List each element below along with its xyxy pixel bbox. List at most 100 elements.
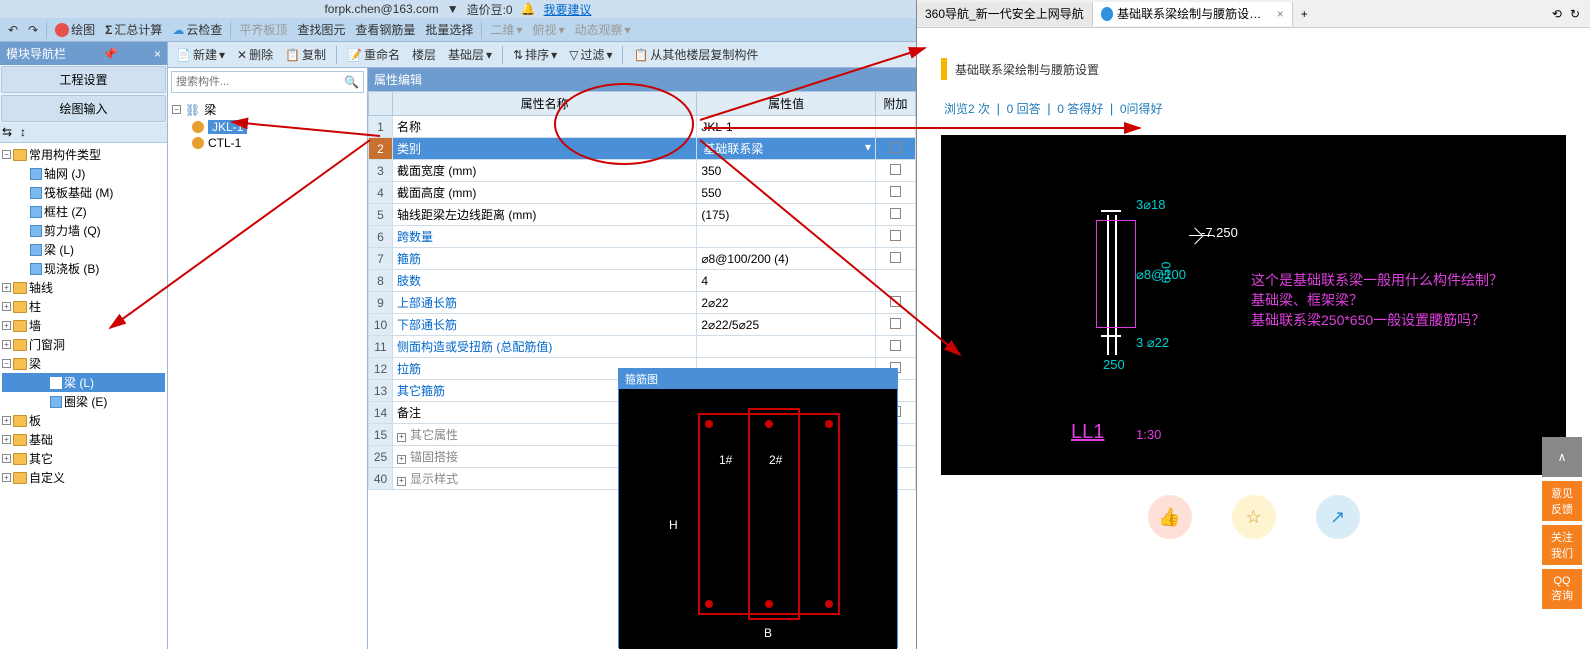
prop-row[interactable]: 6跨数量 [369,226,916,248]
component-tree[interactable]: −⛓梁 JKL-1 CTL-1 [168,96,367,649]
new-button[interactable]: 📄新建 ▾ [172,44,229,65]
side-buttons: ∧ 意见 反馈 关注 我们 QQ 咨询 [1542,437,1582,609]
close-icon[interactable]: × [154,47,161,61]
prop-row[interactable]: 3截面宽度 (mm)350 [369,160,916,182]
prop-row[interactable]: 7箍筋⌀8@100/200 (4) [369,248,916,270]
expand-icon[interactable]: + [2,302,11,311]
folder-icon [13,282,27,294]
tree-root[interactable]: −⛓梁 [172,100,363,119]
window-restore-icon[interactable]: ↻ [1570,7,1580,21]
prop-row[interactable]: 2类别基础联系梁 ▾ [369,138,916,160]
tree-node-beam-L[interactable]: 梁 (L) [2,373,165,392]
suggest-link[interactable]: 我要建议 [544,1,592,18]
expand-icon[interactable]: + [2,454,11,463]
cloud-check-button[interactable]: ☁云检查 [168,19,226,40]
checkbox[interactable] [890,186,901,197]
browser-tab-1[interactable]: 360导航_新一代安全上网导航 [917,2,1093,26]
back-to-top-button[interactable]: ∧ [1542,437,1582,477]
collapse-icon[interactable]: − [2,150,11,159]
batch-select-button[interactable]: 批量选择 [421,19,477,40]
tree-node-castslab[interactable]: 现浇板 (B) [2,259,165,278]
expand-icon[interactable]: + [2,435,11,444]
checkbox[interactable] [890,208,901,219]
prop-row[interactable]: 9上部通长筋2⌀22 [369,292,916,314]
draw-button[interactable]: 绘图 [51,19,99,40]
sum-calc-button[interactable]: Σ 汇总计算 [101,19,166,40]
checkbox[interactable] [890,340,901,351]
tree-node-raft[interactable]: 筏板基础 (M) [2,183,165,202]
vote-star-button[interactable]: ☆ [1232,495,1276,539]
tool-icon[interactable]: ⇆ [2,125,18,141]
prop-row[interactable]: 11侧面构造或受扭筋 (总配筋值) [369,336,916,358]
tree-node-shearwall[interactable]: 剪力墙 (Q) [2,221,165,240]
copy-from-floor-button[interactable]: 📋从其他楼层复制构件 [629,44,762,65]
close-tab-icon[interactable]: × [1277,7,1284,21]
level-board-button[interactable]: 平齐板顶 [235,19,291,40]
vote-share-button[interactable]: ↗ [1316,495,1360,539]
prop-row[interactable]: 4截面高度 (mm)550 [369,182,916,204]
redo-button[interactable]: ↷ [24,21,42,39]
tool-icon[interactable]: ↕ [20,125,36,141]
prop-row[interactable]: 1名称JKL-1 [369,116,916,138]
cad-label: 1:30 [1136,427,1161,442]
search-input[interactable] [176,76,344,88]
tree-node-axisnet[interactable]: 轴网 (J) [2,164,165,183]
sort-button[interactable]: ⇅排序 ▾ [509,44,561,65]
rename-button[interactable]: 📝重命名 [343,44,404,65]
col-extra-header: 附加 [876,92,916,116]
cad-view: 3⌀18 -7.250 ⌀8@100 650 3 ⌀22 250 LL1 1:3… [941,135,1566,475]
window-sync-icon[interactable]: ⟲ [1552,7,1562,21]
undo-button[interactable]: ↶ [4,21,22,39]
eng-settings-button[interactable]: 工程设置 [1,66,166,93]
checkbox[interactable] [890,230,901,241]
checkbox[interactable] [890,318,901,329]
qq-button[interactable]: QQ 咨询 [1542,569,1582,609]
category-tree[interactable]: −常用构件类型 轴网 (J) 筏板基础 (M) 框柱 (Z) 剪力墙 (Q) 梁… [0,143,167,649]
prop-row[interactable]: 8肢数4 [369,270,916,292]
filter-button[interactable]: ▽过滤 ▾ [565,44,616,65]
item-ctl-1[interactable]: CTL-1 [172,135,363,151]
checkbox[interactable] [890,252,901,263]
expand-icon[interactable]: + [2,416,11,425]
folder-icon [13,301,27,313]
prop-row[interactable]: 5轴线距梁左边线距离 (mm)(175) [369,204,916,226]
expand-icon[interactable]: + [2,340,11,349]
expand-icon[interactable]: + [2,283,11,292]
bell-icon[interactable]: 🔔 [521,2,536,16]
draw-input-button[interactable]: 绘图输入 [1,95,166,122]
rebar-diagram-panel[interactable]: 箍筋图 1# 2# H B [618,368,898,648]
checkbox[interactable] [890,296,901,307]
cad-question: 基础联系梁250*650一般设置腰筋吗？ [1251,310,1485,330]
stats-row: 浏览2 次 | 0 回答 | 0 答得好 | 0问得好 [941,100,1566,117]
tree-node-framecol[interactable]: 框柱 (Z) [2,202,165,221]
browser-tabs: 360导航_新一代安全上网导航 基础联系梁绘制与腰筋设置_广联× + ⟲ ↻ [917,0,1590,28]
cad-label: 250 [1103,357,1125,372]
pin-icon[interactable]: 📌 [103,47,118,61]
new-tab-button[interactable]: + [1293,7,1316,21]
delete-button[interactable]: ✕删除 [233,44,277,65]
browser-tab-2[interactable]: 基础联系梁绘制与腰筋设置_广联× [1093,2,1293,26]
lookdown-button[interactable]: 俯视 ▾ [528,19,568,40]
feedback-button[interactable]: 意见 反馈 [1542,481,1582,521]
tree-node-beam[interactable]: 梁 (L) [2,240,165,259]
vote-like-button[interactable]: 👍 [1148,495,1192,539]
expand-icon[interactable]: + [2,473,11,482]
checkbox[interactable] [890,164,901,175]
copy-button[interactable]: 📋复制 [281,44,330,65]
search-icon[interactable]: 🔍 [344,75,359,89]
prop-row[interactable]: 10下部通长筋2⌀22/5⌀25 [369,314,916,336]
item-jkl-1[interactable]: JKL-1 [172,119,363,135]
checkbox[interactable] [890,142,901,153]
collapse-icon[interactable]: − [2,359,11,368]
follow-button[interactable]: 关注 我们 [1542,525,1582,565]
expand-icon[interactable]: + [2,321,11,330]
dim-2d-button[interactable]: 二维 ▾ [486,19,526,40]
cad-label: LL1 [1071,421,1104,444]
main-area: 模块导航栏 📌 × 工程设置 绘图输入 ⇆ ↕ −常用构件类型 轴网 (J) 筏… [0,42,916,649]
floor-select[interactable]: 基础层 ▾ [444,44,496,65]
find-graph-button[interactable]: 查找图元 [293,19,349,40]
search-box[interactable]: 🔍 [171,71,364,93]
tree-node-ringbeam[interactable]: 圈梁 (E) [2,392,165,411]
view-rebar-button[interactable]: 查看钢筋量 [351,19,419,40]
dynamic-view-button[interactable]: 动态观察 ▾ [571,19,635,40]
